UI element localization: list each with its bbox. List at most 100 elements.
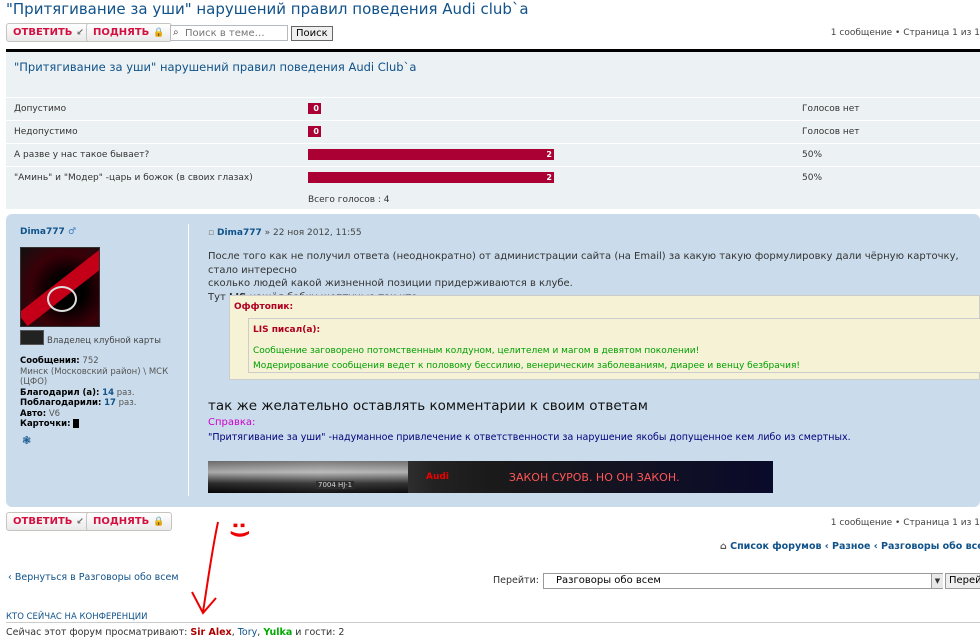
quote-line2: Модерирование сообщения ведет к половому… bbox=[253, 361, 800, 371]
post: Dima777 ♂ Владелец клубной карты Сообщен… bbox=[6, 214, 980, 507]
reply-label-bottom: ОТВЕТИТЬ bbox=[13, 516, 73, 527]
banner-brand: Audi bbox=[426, 472, 449, 482]
reply-arrow-icon: ↙ bbox=[76, 27, 84, 38]
post-divider bbox=[188, 224, 189, 496]
pagination-bottom: 1 сообщение • Страница 1 из 1 bbox=[830, 518, 980, 528]
poll-option-result: 50% bbox=[802, 150, 823, 160]
online-users: Сейчас этот форум просматривают: Sir Ale… bbox=[6, 627, 345, 638]
jump-label: Перейти: bbox=[493, 575, 539, 586]
reference-text: "Притягивание за уши" -надуманное привле… bbox=[208, 432, 851, 443]
poll-option-label: "Аминь" и "Модер" -царь и божок (в своих… bbox=[14, 173, 253, 183]
poll-option-row: "Аминь" и "Модер" -царь и божок (в своих… bbox=[6, 166, 980, 188]
online-divider bbox=[6, 622, 980, 623]
poll-option-row: Недопустимо 0 Голосов нет bbox=[6, 120, 980, 142]
thanked-unit: раз. bbox=[116, 387, 135, 398]
online-prefix: Сейчас этот форум просматривают: bbox=[6, 627, 188, 638]
breadcrumb-separator: ‹ bbox=[873, 541, 878, 552]
got-thanks-count[interactable]: 17 bbox=[104, 398, 116, 408]
pagination-top: 1 сообщение • Страница 1 из 1 bbox=[830, 28, 980, 38]
search-icon: ⌕ bbox=[173, 27, 179, 38]
quote-block: LIS писал(а): Сообщение заговорено потом… bbox=[248, 318, 980, 373]
black-card-icon bbox=[73, 419, 80, 428]
jump-select[interactable]: Разговоры обо всем bbox=[543, 573, 943, 589]
poll-title: "Притягивание за уши" нарушений правил п… bbox=[14, 60, 417, 74]
got-thanks-unit: раз. bbox=[118, 398, 137, 408]
post-text-line1: После того как не получил ответа (неодно… bbox=[208, 251, 959, 276]
lock-icon: 🔒 bbox=[153, 516, 165, 527]
avatar bbox=[20, 247, 100, 327]
poll-option-result: Голосов нет bbox=[802, 104, 860, 114]
back-link-label: Вернуться в Разговоры обо всем bbox=[14, 572, 179, 583]
bump-label-bottom: ПОДНЯТЬ bbox=[93, 516, 150, 527]
post-icon: ▫ bbox=[208, 228, 215, 238]
thanked-label: Благодарил (а): bbox=[20, 387, 100, 398]
search-button[interactable]: Поиск bbox=[291, 26, 333, 41]
male-icon: ♂ bbox=[67, 227, 77, 237]
jump-button[interactable]: Перейти bbox=[945, 573, 980, 589]
poll-option-result: Голосов нет bbox=[802, 127, 860, 137]
reference-label: Справка: bbox=[208, 417, 256, 428]
poll-option-row: А разве у нас такое бывает? 2 50% bbox=[6, 143, 980, 165]
poll-panel: "Притягивание за уши" нарушений правил п… bbox=[6, 49, 980, 209]
poll-option-bar: 0 bbox=[308, 126, 321, 137]
online-user-1[interactable]: Sir Alex bbox=[190, 627, 231, 638]
bump-label: ПОДНЯТЬ bbox=[93, 27, 150, 38]
breadcrumb-separator: ‹ bbox=[824, 541, 829, 552]
quote-author: LIS писал(а): bbox=[253, 325, 321, 335]
got-thanks-label: Поблагодарили: bbox=[20, 398, 102, 408]
red-arrow-drawing bbox=[191, 521, 219, 615]
poll-option-bar: 2 bbox=[308, 172, 554, 183]
rank-title: Владелец клубной карты bbox=[47, 336, 161, 346]
poll-option-label: Допустимо bbox=[14, 104, 67, 114]
offtopic-title: Оффтопик: bbox=[234, 302, 294, 312]
author-name[interactable]: Dima777 bbox=[20, 227, 65, 237]
messages-count: 752 bbox=[82, 356, 99, 366]
topic-title[interactable]: "Притягивание за уши" нарушений правил п… bbox=[6, 0, 529, 18]
online-user-3[interactable]: Yulka bbox=[263, 627, 292, 638]
poll-total: Всего голосов : 4 bbox=[308, 195, 390, 205]
post-profile: Dima777 ♂ bbox=[20, 226, 190, 237]
banner-slogan: ЗАКОН СУРОВ. НО ОН ЗАКОН. bbox=[508, 470, 680, 484]
big-text: так же желательно оставлять комментарии … bbox=[208, 398, 648, 414]
back-link[interactable]: ‹ Вернуться в Разговоры обо всем bbox=[8, 572, 178, 583]
reply-arrow-icon: ↙ bbox=[76, 516, 84, 527]
reply-button[interactable]: ОТВЕТИТЬ ↙ bbox=[6, 23, 91, 42]
reply-button-bottom[interactable]: ОТВЕТИТЬ ↙ bbox=[6, 512, 91, 531]
poll-option-label: А разве у нас такое бывает? bbox=[14, 150, 150, 160]
rank-image bbox=[20, 330, 44, 345]
banner-plate: 7004 HJ-1 bbox=[316, 481, 355, 489]
contact-icon[interactable]: ❃ bbox=[22, 434, 31, 447]
car-label: Авто: bbox=[20, 408, 47, 419]
signature-banner: 7004 HJ-1 Audi ЗАКОН СУРОВ. НО ОН ЗАКОН. bbox=[208, 461, 773, 493]
poll-option-result: 50% bbox=[802, 173, 823, 183]
online-heading[interactable]: Кто сейчас на конференции bbox=[6, 612, 147, 622]
reply-label: ОТВЕТИТЬ bbox=[13, 27, 73, 38]
breadcrumb-crumb2[interactable]: Разговоры обо всем bbox=[881, 541, 980, 552]
dropdown-arrow-icon[interactable]: ▼ bbox=[931, 574, 943, 588]
messages-label: Сообщения: bbox=[20, 356, 80, 366]
breadcrumb-crumb1[interactable]: Разное bbox=[832, 541, 870, 552]
online-suffix: и гости: 2 bbox=[295, 627, 345, 638]
cards-label: Карточки: bbox=[20, 419, 71, 429]
poll-option-label: Недопустимо bbox=[14, 127, 78, 137]
search-input[interactable] bbox=[170, 25, 288, 41]
online-user-2[interactable]: Tory bbox=[238, 627, 258, 638]
smiley-drawing: :) bbox=[228, 521, 253, 539]
breadcrumb-home[interactable]: Список форумов bbox=[730, 541, 821, 552]
lock-icon: 🔒 bbox=[153, 27, 165, 38]
post-text-line3-pre: Тут bbox=[208, 291, 226, 303]
poll-option-bar: 0 bbox=[308, 103, 321, 114]
post-date: » 22 ноя 2012, 11:55 bbox=[264, 228, 362, 238]
thanked-count[interactable]: 14 bbox=[102, 388, 114, 398]
bump-button-bottom[interactable]: ПОДНЯТЬ 🔒 bbox=[86, 512, 172, 531]
poll-option-bar: 2 bbox=[308, 149, 554, 160]
post-text-line2: сколько людей какой жизненной позиции пр… bbox=[208, 278, 573, 289]
location: Минск (Московский район) \ МСК (ЦФО) bbox=[20, 366, 169, 388]
home-icon: ⌂ bbox=[720, 541, 727, 552]
offtopic-block: Оффтопик: LIS писал(а): Сообщение загово… bbox=[229, 295, 980, 380]
author-stats: Сообщения: 752 Минск (Московский район) … bbox=[20, 356, 190, 430]
breadcrumb: ⌂ Список форумов ‹ Разное ‹ Разговоры об… bbox=[720, 541, 980, 552]
post-author-link[interactable]: Dima777 bbox=[217, 228, 262, 238]
bump-button[interactable]: ПОДНЯТЬ 🔒 bbox=[86, 23, 172, 42]
quote-line1: Сообщение заговорено потомственным колду… bbox=[253, 346, 700, 356]
